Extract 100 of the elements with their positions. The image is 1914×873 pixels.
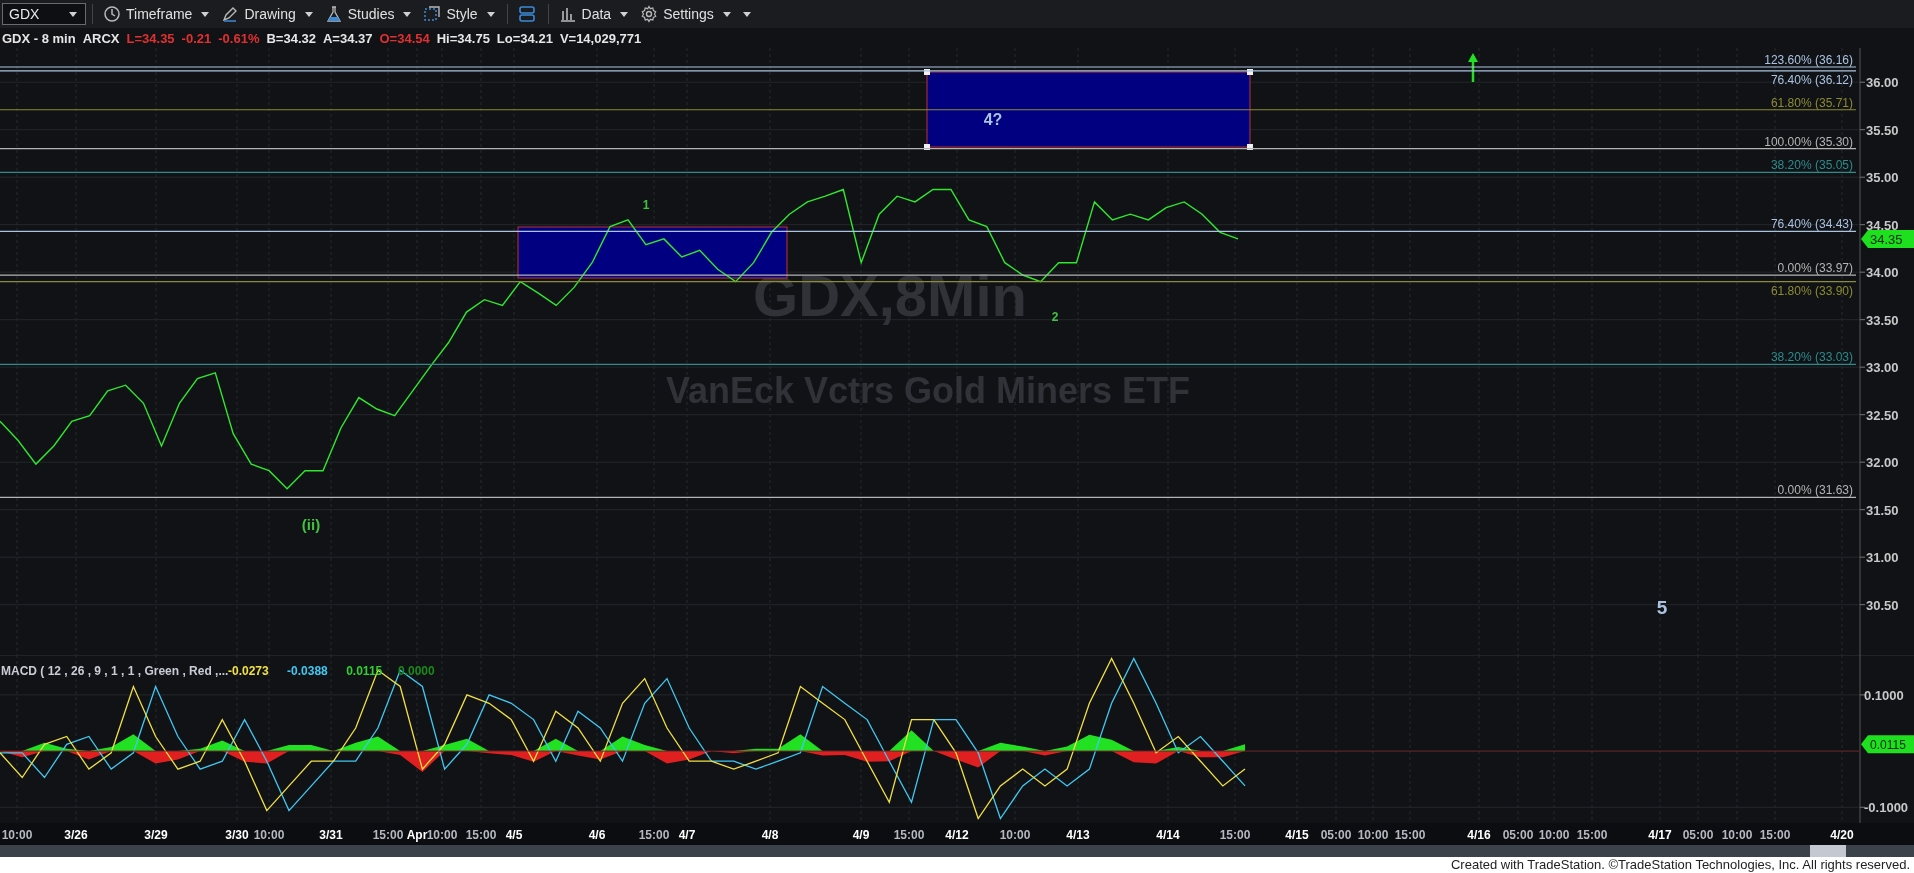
fib-level-label: 0.00% (33.97) [1777, 261, 1853, 276]
time-axis-label: 10:00 [1721, 828, 1753, 842]
up-arrow-icon [1468, 53, 1478, 82]
time-axis-label: 05:00 [1502, 828, 1534, 842]
price-axis-label: 35.00 [1866, 170, 1899, 186]
fib-level-label: 76.40% (34.43) [1770, 217, 1853, 232]
time-axis-label: 15:00 [1576, 828, 1608, 842]
toolbar-menu-button[interactable]: Drawing [217, 2, 319, 26]
time-axis-label: 4/14 [1156, 828, 1180, 842]
fib-level-label: 61.80% (35.71) [1770, 95, 1853, 110]
time-axis-label: 4/8 [761, 828, 779, 842]
last-price-tag: 34.35 [1861, 229, 1914, 248]
price-axis-label: 35.50 [1866, 122, 1899, 138]
quote-text: Hi=34.75 [436, 30, 490, 46]
quote-text: B=34.32 [266, 30, 316, 46]
layout-icon [517, 5, 536, 23]
time-axis-label: 15:00 [1219, 828, 1251, 842]
fib-level-label: 38.20% (33.03) [1770, 350, 1853, 365]
quote-text: ARCX [82, 30, 120, 46]
symbol-dropdown[interactable]: GDX [2, 3, 86, 25]
price-axis-label: 32.50 [1866, 407, 1899, 423]
copyright-text: Created with TradeStation. ©TradeStation Technologies, Inc. All rights reserved. [0, 857, 1914, 873]
time-axis-label: 4/13 [1066, 828, 1090, 842]
resize-handle[interactable] [924, 144, 930, 150]
time-axis-label: 10:00 [999, 828, 1031, 842]
price-axis-label: 30.50 [1866, 597, 1899, 613]
indicator-axis-label: 0.1000 [1864, 687, 1904, 703]
time-axis-label: 10:00 [1357, 828, 1389, 842]
time-axis-label: 3/26 [64, 828, 88, 842]
price-axis-label: 31.00 [1866, 550, 1899, 566]
time-axis-label: 10:00 [1538, 828, 1570, 842]
fib-level-label: 0.00% (31.63) [1777, 483, 1853, 498]
toolbar-menu-button[interactable]: Settings [636, 2, 737, 26]
fib-level-label: 100.00% (35.30) [1764, 134, 1853, 149]
scrollbar-thumb[interactable] [1810, 845, 1846, 857]
caret-icon [304, 11, 313, 17]
clock-icon [103, 5, 121, 23]
quote-text: V=14,029,771 [559, 30, 642, 46]
quote-text: O=34.54 [379, 30, 430, 46]
wave-label: 1 [642, 198, 650, 212]
time-axis-label: 4/20 [1830, 828, 1854, 842]
settings-icon [640, 5, 659, 23]
wave-label: 2 [1051, 310, 1059, 324]
wave-label: (ii) [301, 516, 321, 533]
time-axis-label: 10:00 [253, 828, 285, 842]
quote-text: A=34.37 [322, 30, 373, 46]
wave-label: 5 [1656, 597, 1668, 618]
price-axis-label: 32.00 [1866, 455, 1899, 471]
fib-level-label: 38.20% (35.05) [1770, 158, 1853, 173]
time-axis-label: 3/31 [319, 828, 343, 842]
time-axis-label: 15:00 [1759, 828, 1791, 842]
price-axis-label: 33.50 [1866, 312, 1899, 328]
quote-text: -0.21 [181, 30, 212, 46]
time-axis-label: 4/16 [1467, 828, 1491, 842]
price-axis-label: 36.00 [1866, 75, 1899, 91]
toolbar-menu-button[interactable]: Timeframe [99, 2, 216, 26]
time-axis-label: 4/6 [588, 828, 606, 842]
indicator-reading: 0.0115 [346, 664, 383, 678]
scrollbar[interactable] [0, 845, 1914, 857]
resize-handle[interactable] [1247, 144, 1253, 150]
time-axis-label: 15:00 [465, 828, 497, 842]
indicator-reading: -0.0388 [287, 664, 328, 678]
time-axis-label: 15:00 [893, 828, 925, 842]
price-axis-label: 31.50 [1866, 502, 1899, 518]
quote-text: L=34.35 [126, 30, 175, 46]
indicator-value-tag: 0.0115 [1861, 735, 1914, 754]
fib-level-label: 61.80% (33.90) [1770, 283, 1853, 298]
caret-icon [620, 11, 629, 17]
price-axis-label: 34.00 [1866, 265, 1899, 281]
bar-chart-icon [558, 5, 577, 23]
caret-icon [403, 11, 412, 17]
quote-text: -0.61% [218, 30, 260, 46]
toolbar-menu-button[interactable]: Style [419, 2, 501, 26]
toolbar-menu-button[interactable]: Data [554, 2, 635, 26]
time-axis-label: 05:00 [1682, 828, 1714, 842]
caret-icon [69, 11, 77, 17]
quote-text: GDX - 8 min [2, 30, 76, 46]
fib-level-label: 123.60% (36.16) [1764, 53, 1853, 67]
caret-icon [742, 11, 751, 17]
flask-icon [324, 5, 343, 23]
resize-handle[interactable] [924, 69, 930, 75]
price-axis-label: 33.00 [1866, 360, 1899, 376]
quote-text: Lo=34.21 [496, 30, 553, 46]
frame-icon [423, 5, 442, 23]
resize-handle[interactable] [1247, 69, 1253, 75]
time-axis-label: 4/5 [505, 828, 523, 842]
time-axis-label: 4/7 [678, 828, 696, 842]
time-axis-label: 4/15 [1285, 828, 1309, 842]
time-axis-label: 4/12 [945, 828, 969, 842]
time-axis-label: 10:00 [426, 828, 458, 842]
indicator-axis-label: -0.1000 [1864, 800, 1909, 816]
time-axis-label: 3/30 [225, 828, 249, 842]
toolbar-menu-button[interactable]: Studies [320, 2, 418, 26]
time-axis-label: 10:00 [1, 828, 33, 842]
fib-level-label: 76.40% (36.12) [1770, 72, 1853, 87]
indicator-reading: 0.0000 [398, 664, 435, 678]
caret-icon [722, 11, 731, 17]
time-axis-label: 15:00 [1394, 828, 1426, 842]
time-axis-label: 15:00 [372, 828, 404, 842]
time-axis-label: 3/29 [144, 828, 168, 842]
